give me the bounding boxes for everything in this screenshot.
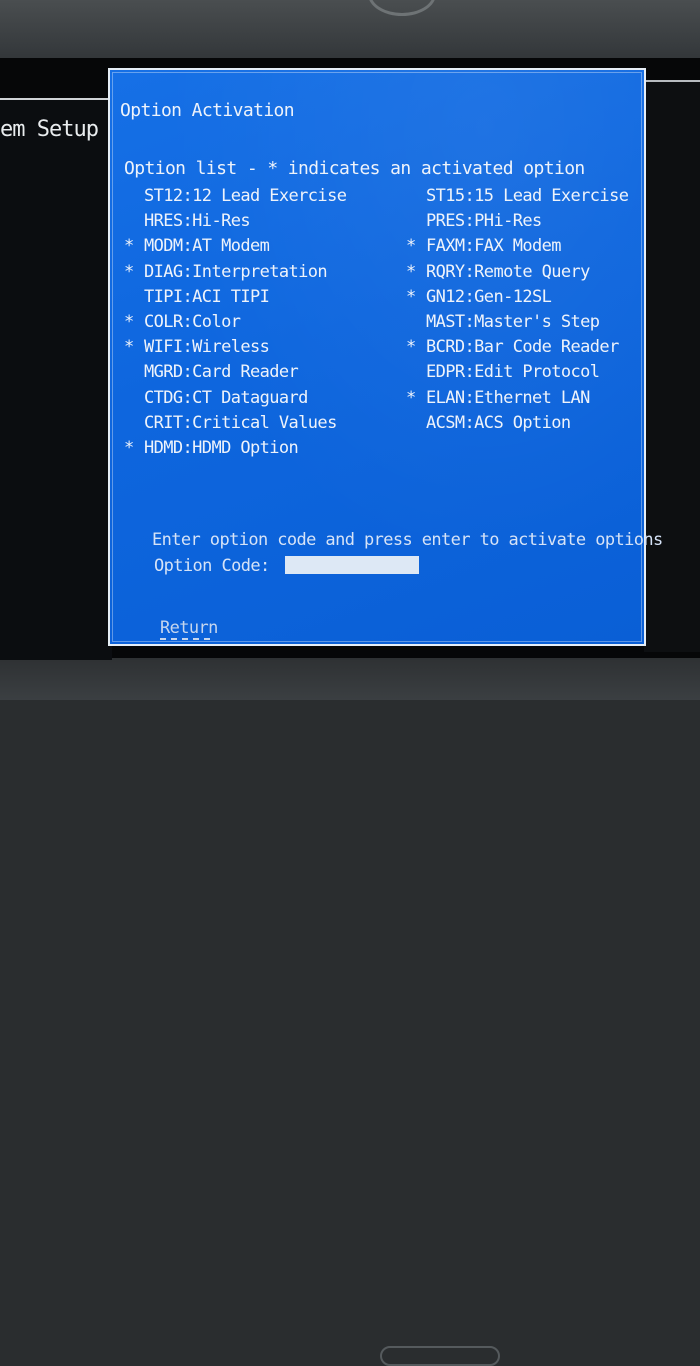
return-button-underline [160,638,210,640]
option-label: WIFI:Wireless [144,337,270,358]
option-item: TIPI:ACI TIPI [124,285,346,310]
option-activation-dialog: Option Activation Option list - * indica… [108,68,663,646]
activation-prompt: Enter option code and press enter to act… [152,530,663,550]
option-item: PRES:PHi-Res [406,209,628,234]
option-list-right: ST15:15 Lead Exercise PRES:PHi-Res * FAXM:F… [406,184,629,436]
active-marker: * [406,261,416,282]
option-item: MGRD:Card Reader [124,360,346,385]
device-bezel-bottom [0,658,700,1366]
option-label: TIPI:ACI TIPI [144,286,270,307]
active-marker: * [124,261,134,282]
option-code-input[interactable] [285,556,419,574]
background-window [0,98,112,660]
option-label: DIAG:Interpretation [144,261,328,282]
active-marker: * [124,437,134,458]
dialog-title: Option Activation [120,100,295,121]
active-marker: * [406,387,416,408]
option-label: CRIT:Critical Values [144,412,337,433]
background-window-title: em Setup [0,117,99,142]
option-label: RQRY:Remote Query [426,261,590,282]
option-item: * DIAG:Interpretation [124,260,346,285]
option-label: MAST:Master's Step [426,312,600,333]
option-item: * WIFI:Wireless [124,335,346,360]
option-label: MODM:AT Modem [144,236,270,257]
active-marker: * [406,337,416,358]
option-label: MGRD:Card Reader [144,362,299,383]
option-label: PRES:PHi-Res [426,211,542,232]
option-item: HRES:Hi-Res [124,209,346,234]
option-item: ST15:15 Lead Exercise [406,184,629,209]
active-marker: * [406,236,416,257]
option-item: ST12:12 Lead Exercise [124,184,347,209]
option-label: ACSM:ACS Option [426,412,571,433]
option-item: * BCRD:Bar Code Reader [406,335,628,360]
active-marker: * [124,337,134,358]
option-item: * FAXM:FAX Modem [406,234,628,259]
option-label: ST15:15 Lead Exercise [426,186,629,207]
option-item: * COLR:Color [124,310,346,335]
active-marker: * [406,286,416,307]
active-marker: * [124,236,134,257]
return-button[interactable]: Return [160,618,218,638]
option-label: EDPR:Edit Protocol [426,362,600,383]
option-label: ELAN:Ethernet LAN [426,387,590,408]
option-label: GN12:Gen-12SL [426,286,552,307]
device-button [380,1346,500,1366]
option-item: CRIT:Critical Values [124,411,346,436]
option-label: CTDG:CT Dataguard [144,387,308,408]
option-item: * ELAN:Ethernet LAN [406,386,628,411]
option-list-header: Option list - * indicates an activated o… [124,158,585,179]
option-item: EDPR:Edit Protocol [406,360,628,385]
option-label: FAXM:FAX Modem [426,236,561,257]
option-item: * GN12:Gen-12SL [406,285,628,310]
device-bezel-top [0,0,700,58]
option-item: * MODM:AT Modem [124,234,346,259]
option-item: CTDG:CT Dataguard [124,386,346,411]
option-label: BCRD:Bar Code Reader [426,337,619,358]
option-code-label: Option Code: [154,556,270,576]
option-label: HRES:Hi-Res [144,211,251,232]
background-window-right-edge [644,80,700,652]
option-item: * HDMD:HDMD Option [124,436,346,461]
active-marker: * [124,312,134,333]
option-item: MAST:Master's Step [406,310,628,335]
option-label: HDMD:HDMD Option [144,437,299,458]
option-item: ACSM:ACS Option [406,411,628,436]
option-label: COLR:Color [144,312,241,333]
option-list-left: ST12:12 Lead Exercise HRES:Hi-Res * MODM:AT… [124,184,347,461]
option-label: ST12:12 Lead Exercise [144,186,347,207]
option-item: * RQRY:Remote Query [406,260,628,285]
manufacturer-logo [368,0,436,16]
